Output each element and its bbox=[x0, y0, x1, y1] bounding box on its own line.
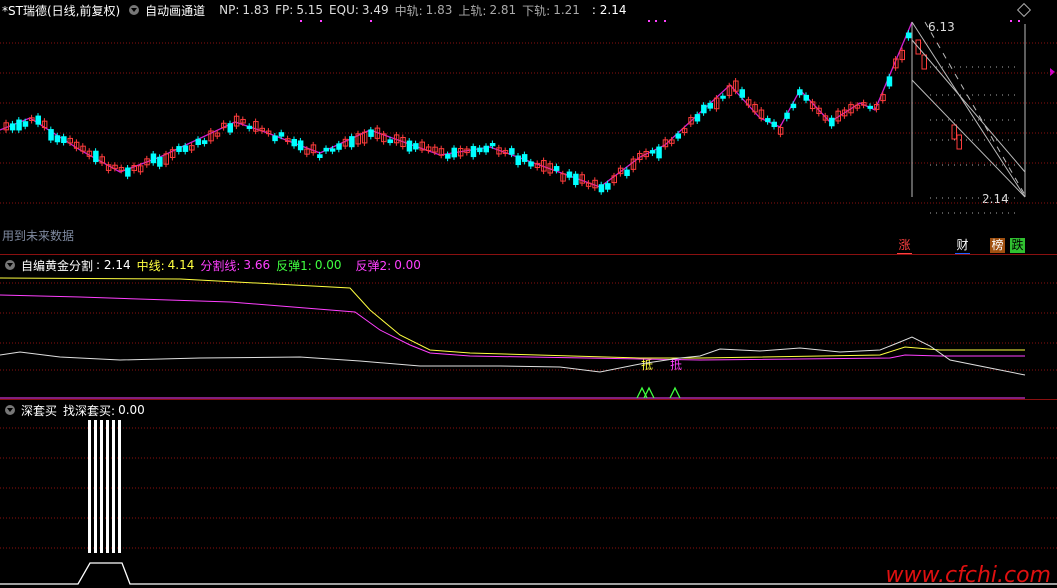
candle-body bbox=[707, 102, 713, 109]
candle-body bbox=[227, 123, 233, 133]
deep-buy-bar bbox=[94, 420, 97, 553]
candle-body bbox=[921, 54, 927, 70]
candle-body bbox=[16, 119, 22, 131]
channel-line bbox=[911, 21, 1026, 198]
candle-body bbox=[566, 171, 573, 178]
candle-body bbox=[413, 143, 419, 150]
candle-body bbox=[470, 146, 477, 158]
candle-body bbox=[656, 146, 662, 159]
candle-body bbox=[649, 150, 656, 154]
chart-canvas bbox=[0, 20, 1057, 585]
candle-body bbox=[48, 129, 54, 141]
signal-dot bbox=[664, 20, 666, 22]
candle-body bbox=[521, 154, 528, 162]
candle-body bbox=[176, 146, 182, 152]
candle-body bbox=[22, 121, 29, 127]
candle-body bbox=[246, 125, 253, 129]
candle-body bbox=[598, 184, 605, 193]
candle-body bbox=[720, 95, 726, 99]
candle-body bbox=[9, 123, 16, 131]
deep-signal-line bbox=[0, 562, 1057, 585]
candle-body bbox=[35, 115, 41, 125]
candle-body bbox=[605, 183, 611, 190]
candle-body bbox=[701, 104, 707, 114]
candle-body bbox=[477, 147, 483, 153]
candle-body bbox=[829, 117, 835, 127]
candle-body bbox=[573, 173, 579, 185]
candle-body bbox=[515, 155, 521, 166]
candle-body bbox=[323, 147, 329, 152]
signal-dot bbox=[1018, 20, 1020, 22]
rebound-triangle bbox=[669, 386, 681, 399]
candle-body bbox=[195, 138, 201, 146]
candle-body bbox=[739, 89, 745, 98]
candle-body bbox=[694, 114, 701, 122]
signal-dot bbox=[655, 20, 657, 22]
candle-body bbox=[157, 156, 163, 167]
candle-body bbox=[329, 148, 336, 152]
candle-body bbox=[790, 103, 797, 109]
deep-buy-bar bbox=[100, 420, 103, 553]
channel-line bbox=[911, 39, 1026, 173]
candle-body bbox=[349, 136, 355, 148]
deep-buy-bar bbox=[112, 420, 115, 553]
candle-body bbox=[182, 145, 189, 152]
candle-body bbox=[278, 132, 285, 137]
candle-body bbox=[797, 89, 803, 96]
candle-body bbox=[765, 118, 771, 123]
candle-body bbox=[297, 140, 304, 151]
candle-body bbox=[54, 135, 61, 143]
candle-body bbox=[509, 148, 515, 155]
candle-body bbox=[445, 154, 451, 159]
candle-body bbox=[771, 121, 777, 128]
candle-body bbox=[489, 143, 496, 147]
candle-body bbox=[387, 139, 393, 144]
candle-body bbox=[886, 76, 893, 87]
deep-buy-bar bbox=[118, 420, 121, 553]
signal-dot bbox=[648, 20, 650, 22]
candle-body bbox=[867, 105, 873, 109]
candle-body bbox=[406, 140, 413, 152]
deep-buy-bar bbox=[106, 420, 109, 553]
candle-body bbox=[905, 32, 912, 39]
signal-dot bbox=[320, 20, 322, 22]
candle-body bbox=[553, 166, 560, 171]
signal-dot bbox=[1010, 20, 1012, 22]
candle-body bbox=[317, 154, 323, 158]
candle-body bbox=[291, 138, 297, 147]
candle-body bbox=[61, 136, 67, 144]
candle-body bbox=[336, 143, 342, 150]
zigzag-line bbox=[0, 21, 913, 188]
candle-body bbox=[528, 161, 534, 167]
deep-buy-bar bbox=[88, 420, 91, 553]
candle-body bbox=[272, 135, 278, 142]
candle-body bbox=[201, 140, 208, 145]
candle-body bbox=[125, 167, 131, 177]
signal-dot bbox=[370, 20, 372, 22]
rebound-triangle bbox=[643, 386, 655, 399]
signal-dot bbox=[300, 20, 302, 22]
rebound-triangle bbox=[636, 386, 648, 399]
candle-body bbox=[624, 169, 630, 176]
candle-body bbox=[784, 112, 790, 119]
candle-body bbox=[483, 145, 489, 153]
candle-body bbox=[451, 147, 457, 158]
candle-body bbox=[956, 134, 962, 150]
candle-body bbox=[150, 153, 157, 164]
candle-body bbox=[368, 129, 374, 137]
candle-body bbox=[803, 94, 809, 101]
candle-body bbox=[675, 133, 681, 139]
gold-mid-line bbox=[0, 277, 1025, 359]
candle-body bbox=[93, 150, 99, 163]
candle-body bbox=[951, 124, 957, 140]
